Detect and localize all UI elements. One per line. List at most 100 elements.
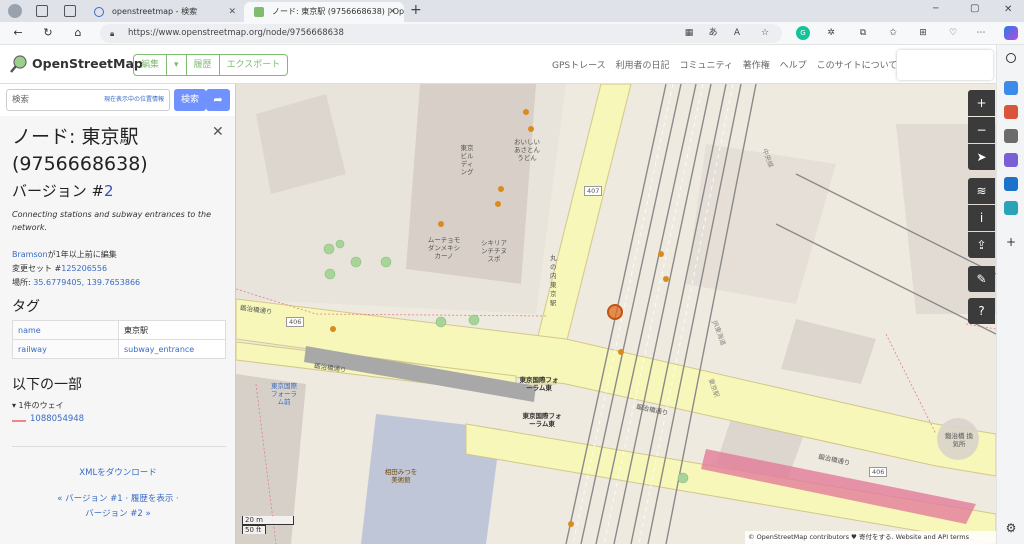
export-button[interactable]: エクスポート bbox=[220, 55, 288, 75]
map-attribution[interactable]: © OpenStreetMap contributors ♥ 寄付をする. We… bbox=[745, 531, 996, 544]
workspaces-icon[interactable] bbox=[36, 5, 48, 17]
edit-button[interactable]: 編集 bbox=[134, 55, 168, 75]
tag-key[interactable]: railway bbox=[12, 339, 119, 359]
download-xml-link[interactable]: XMLをダウンロード bbox=[79, 468, 156, 478]
profile-icon[interactable] bbox=[8, 4, 22, 18]
map-info-button[interactable]: i bbox=[968, 205, 995, 231]
close-tab-icon[interactable]: ✕ bbox=[228, 2, 236, 22]
close-window-button[interactable]: ✕ bbox=[1004, 4, 1012, 15]
tags-heading: タグ bbox=[12, 299, 40, 315]
collections-icon[interactable]: ⊞ bbox=[916, 26, 930, 40]
edge-sidebar: + ⚙ bbox=[996, 45, 1024, 544]
map-scale: 20 m 50 ft bbox=[242, 516, 294, 534]
tab-osm-node[interactable]: ノード: 東京駅 (9756668638) | Ope ✕ bbox=[244, 2, 404, 22]
editor-user-link[interactable]: Bramson bbox=[12, 250, 48, 259]
way-link[interactable]: 1088054948 bbox=[30, 414, 84, 424]
layers-button[interactable]: ≋ bbox=[968, 178, 995, 204]
selected-node-marker[interactable] bbox=[607, 304, 623, 320]
maximize-button[interactable]: ▢ bbox=[970, 3, 979, 14]
tab-search[interactable]: openstreetmap - 検索 ✕ bbox=[84, 2, 244, 22]
download-xml-row: XMLをダウンロード bbox=[0, 466, 235, 478]
changeset-label: 変更セット # bbox=[12, 264, 62, 273]
browser-essentials-icon[interactable]: ♡ bbox=[946, 26, 960, 40]
favorite-star-icon[interactable]: ☆ bbox=[758, 26, 772, 40]
more-icon[interactable]: ⋯ bbox=[974, 26, 988, 40]
node-details-panel: ✕ ノード: 東京駅 (9756668638) バージョン #2 Connect… bbox=[0, 116, 235, 544]
new-tab-button[interactable]: + bbox=[410, 2, 422, 18]
nav-communities[interactable]: コミュニティ bbox=[679, 61, 732, 71]
location-link[interactable]: 35.6779405, 139.7653866 bbox=[33, 278, 140, 287]
query-features-button[interactable]: ? bbox=[968, 298, 995, 324]
history-button[interactable]: 履歴 bbox=[187, 55, 220, 75]
tag-key[interactable]: name bbox=[12, 320, 119, 340]
outlook-icon[interactable] bbox=[1004, 177, 1018, 191]
browser-tab-bar: openstreetmap - 検索 ✕ ノード: 東京駅 (975666863… bbox=[0, 0, 1024, 22]
translate-icon[interactable]: あ bbox=[706, 26, 720, 40]
extensions-icon[interactable]: ✲ bbox=[824, 26, 838, 40]
nav-gps-traces[interactable]: GPSトレース bbox=[552, 61, 606, 71]
lock-icon[interactable]: 🔒︎ bbox=[110, 24, 114, 43]
changeset-link[interactable]: 125206556 bbox=[61, 264, 107, 273]
version-nav-prev[interactable]: « バージョン #1 · 履歴を表示 · bbox=[57, 494, 178, 504]
where-is-this-link[interactable]: 現在表示中の位置情報 bbox=[104, 90, 164, 110]
station-label: 東京国際フォーラム東 bbox=[519, 376, 559, 392]
tab-actions-icon[interactable] bbox=[64, 5, 76, 17]
shopping-icon[interactable] bbox=[1004, 81, 1018, 95]
read-aloud-icon[interactable]: A bbox=[730, 26, 744, 40]
home-icon[interactable]: ⌂ bbox=[70, 25, 86, 41]
tag-value-link[interactable]: subway_entrance bbox=[118, 339, 226, 359]
nav-copyright[interactable]: 著作権 bbox=[743, 61, 770, 71]
part-of-heading: 以下の一部 bbox=[12, 377, 82, 393]
station-label: 東京国際フォーラム東 bbox=[522, 412, 562, 428]
add-icon[interactable]: + bbox=[1004, 235, 1018, 249]
version-number-link[interactable]: 2 bbox=[104, 182, 114, 200]
app-icon[interactable]: ▦ bbox=[682, 26, 696, 40]
zoom-in-button[interactable]: + bbox=[968, 90, 995, 116]
map-label-shop1: ムーチョモダンメキシカーノ bbox=[427, 236, 461, 260]
edit-time-text: が1年以上前に編集 bbox=[47, 250, 117, 259]
nav-user-diaries[interactable]: 利用者の日記 bbox=[616, 61, 670, 71]
copilot-icon[interactable] bbox=[1004, 26, 1018, 40]
nav-about[interactable]: このサイトについて bbox=[817, 61, 898, 71]
tools-icon[interactable] bbox=[1004, 105, 1018, 119]
zoom-out-button[interactable]: − bbox=[968, 117, 995, 143]
museum-label: 相田みつを美術館 bbox=[384, 468, 418, 484]
ways-toggle[interactable]: ▾ 1件のウェイ bbox=[12, 400, 64, 411]
account-popup[interactable] bbox=[897, 50, 993, 80]
share-button[interactable]: ⇪ bbox=[968, 232, 995, 258]
back-icon[interactable]: ← bbox=[10, 25, 26, 41]
road-shield-406: 406 bbox=[869, 467, 888, 477]
search-input[interactable]: 検索 現在表示中の位置情報 bbox=[6, 89, 170, 111]
search-icon bbox=[94, 7, 104, 17]
osm-favicon-icon bbox=[254, 7, 264, 17]
edit-dropdown-button[interactable]: ▾ bbox=[167, 55, 187, 75]
directions-icon: ➦ bbox=[213, 93, 223, 106]
reload-icon[interactable]: ↻ bbox=[40, 25, 56, 41]
drop-icon[interactable] bbox=[1004, 201, 1018, 215]
locate-button[interactable]: ➤ bbox=[968, 144, 995, 170]
directions-button[interactable]: ➦ bbox=[206, 89, 230, 111]
microsoft365-icon[interactable] bbox=[1004, 153, 1018, 167]
close-panel-icon[interactable]: ✕ bbox=[212, 124, 224, 140]
version-nav-current[interactable]: バージョン #2 » bbox=[85, 509, 150, 519]
map-label-shop2: シキリアンチチヌスポ bbox=[481, 239, 507, 263]
favorites-icon[interactable]: ✩ bbox=[886, 26, 900, 40]
url-text: https://www.openstreetmap.org/node/97566… bbox=[128, 28, 344, 38]
split-screen-icon[interactable]: ⧉ bbox=[856, 26, 870, 40]
tag-value: 東京駅 bbox=[118, 320, 226, 340]
games-icon[interactable] bbox=[1004, 129, 1018, 143]
tab-label: ノード: 東京駅 (9756668638) | Ope bbox=[272, 7, 404, 16]
search-icon[interactable] bbox=[1006, 53, 1016, 63]
map-view[interactable]: 東京ビルディング おいしいあさとんうどん ムーチョモダンメキシカーノ シキリアン… bbox=[236, 84, 996, 544]
settings-gear-icon[interactable]: ⚙ bbox=[1004, 521, 1018, 535]
search-button[interactable]: 検索 bbox=[174, 89, 206, 111]
osm-logo[interactable]: OpenStreetMap bbox=[10, 53, 143, 75]
nav-help[interactable]: ヘルプ bbox=[780, 61, 807, 71]
grammarly-icon[interactable]: G bbox=[796, 26, 810, 40]
close-tab-icon[interactable]: ✕ bbox=[388, 2, 396, 22]
url-field[interactable]: 🔒︎ https://www.openstreetmap.org/node/97… bbox=[100, 24, 782, 43]
add-note-button[interactable]: ✎ bbox=[968, 266, 995, 292]
scale-meters: 20 m bbox=[242, 516, 294, 525]
minimize-button[interactable]: ─ bbox=[933, 4, 938, 14]
osm-header: OpenStreetMap 編集 ▾ 履歴 エクスポート GPSトレース 利用者… bbox=[0, 45, 996, 84]
